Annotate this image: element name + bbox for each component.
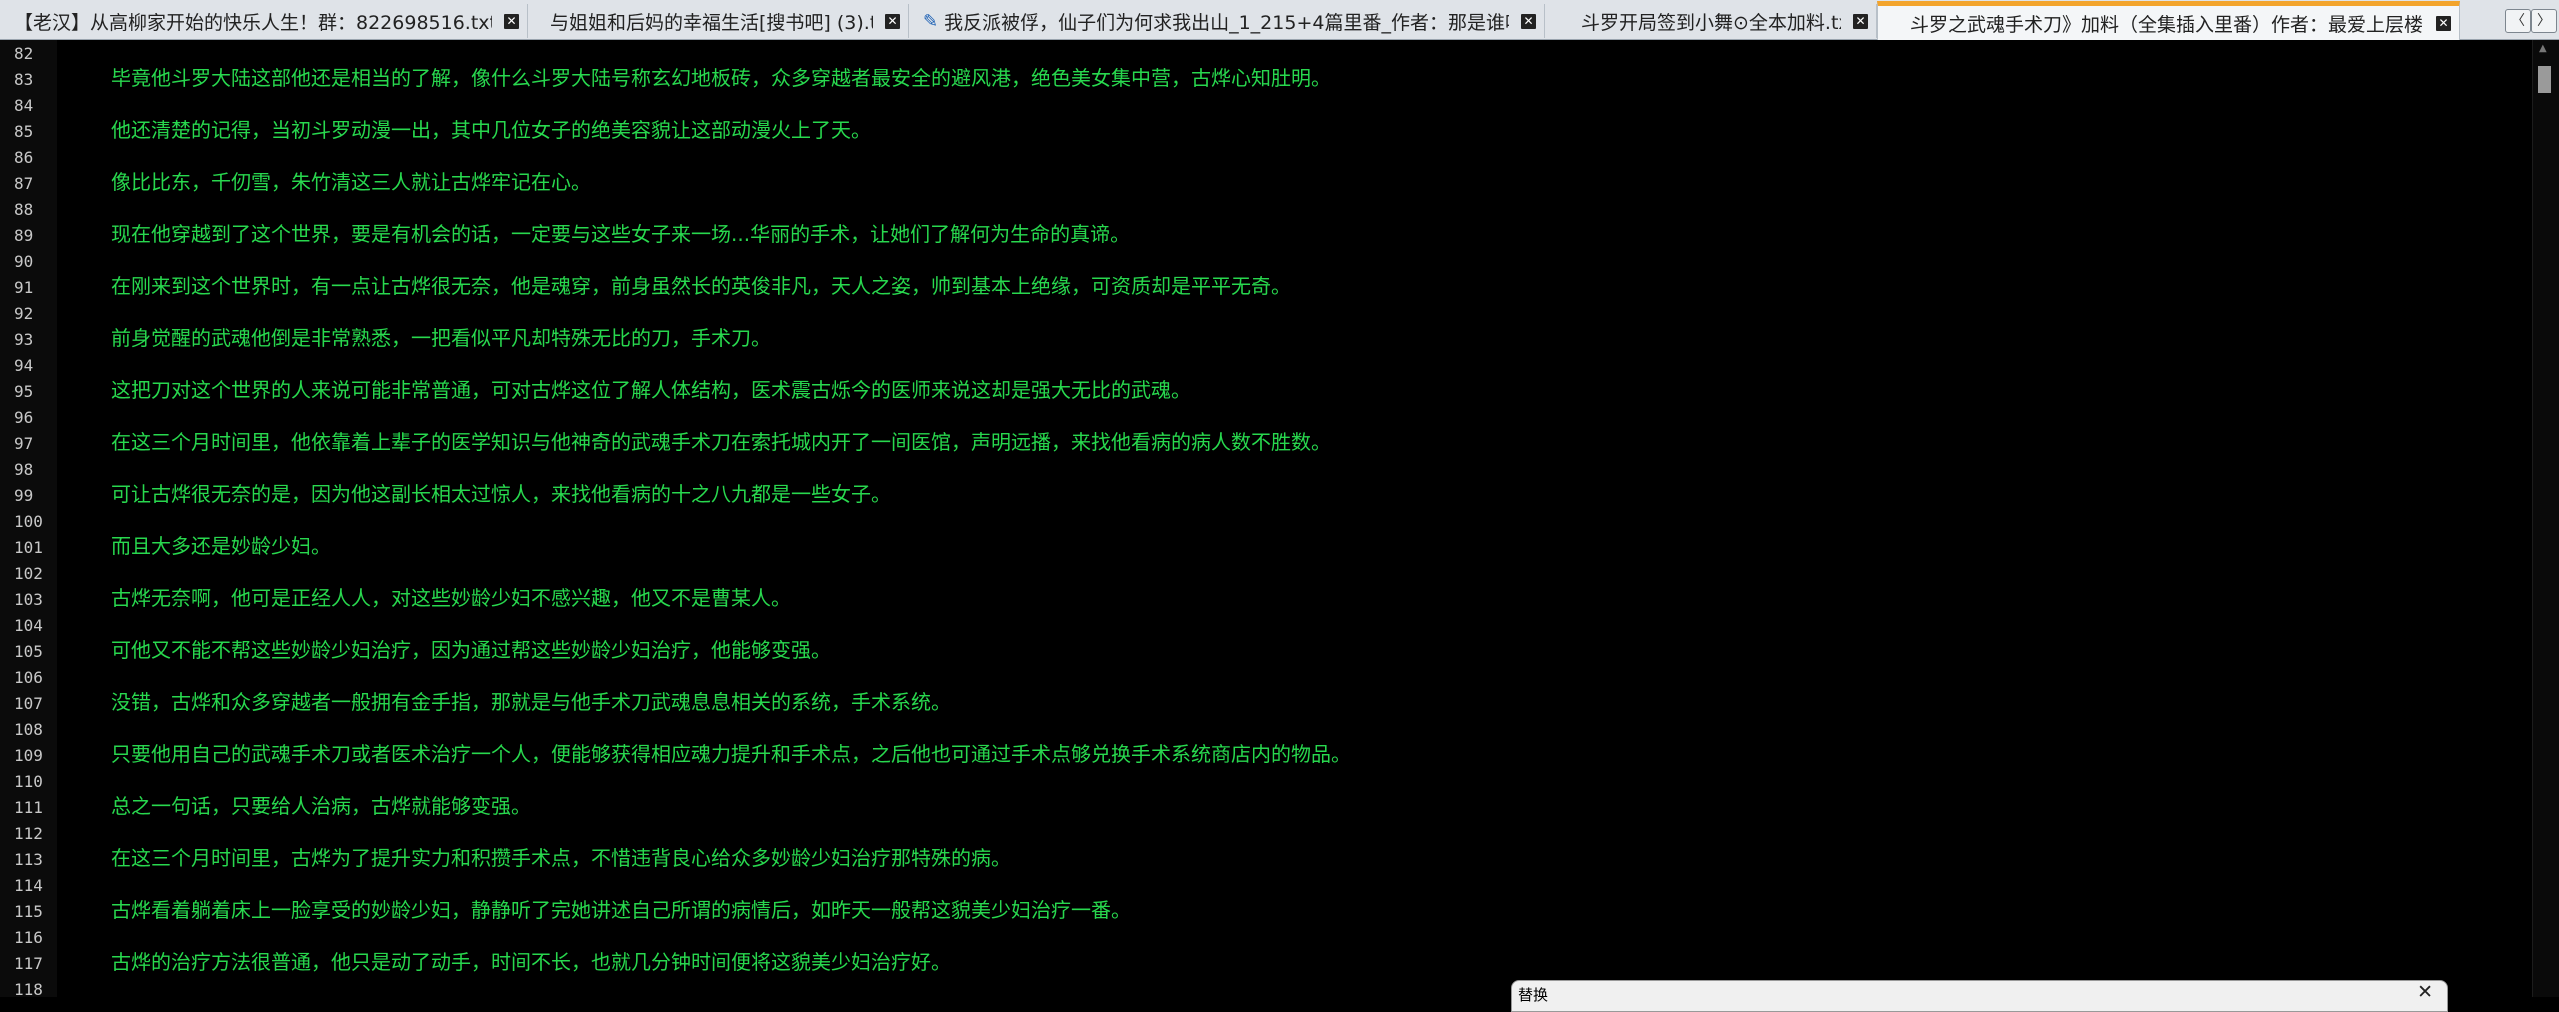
- text-line[interactable]: 古烨无奈啊，他可是正经人人，对这些妙龄少妇不感兴趣，他又不是曹某人。: [111, 582, 791, 611]
- text-line[interactable]: 像比比东，千仞雪，朱竹清这三人就让古烨牢记在心。: [111, 166, 591, 195]
- line-number: 117: [14, 954, 43, 973]
- text-line[interactable]: 这把刀对这个世界的人来说可能非常普通，可对古烨这位了解人体结构，医术震古烁今的医…: [111, 374, 1191, 403]
- line-number: 93: [14, 330, 34, 349]
- close-icon[interactable]: ✕: [504, 13, 519, 29]
- text-line[interactable]: 没错，古烨和众多穿越者一般拥有金手指，那就是与他手术刀武魂息息相关的系统，手术系…: [111, 686, 951, 715]
- tab-label: 与姐姐和后妈的幸福生活[搜书吧] (3).txt: [550, 11, 873, 34]
- close-icon[interactable]: ✕: [2417, 981, 2433, 1003]
- tab-file-2[interactable]: 与姐姐和后妈的幸福生活[搜书吧] (3).txt ✕: [528, 4, 909, 38]
- line-number: 96: [14, 408, 34, 427]
- line-number: 118: [14, 980, 43, 999]
- tab-label: 我反派被俘，仙子们为何求我出山_1_215+4篇里番_作者：那是谁呀.txt: [944, 11, 1509, 34]
- line-number: 100: [14, 512, 43, 531]
- line-number: 85: [14, 122, 34, 141]
- line-number: 90: [14, 252, 34, 271]
- scrollbar-thumb[interactable]: [2538, 66, 2551, 93]
- tab-file-4[interactable]: 斗罗开局签到小舞⊙全本加料.txt ✕: [1545, 4, 1877, 38]
- line-number: 114: [14, 876, 43, 895]
- vertical-scrollbar[interactable]: ▲: [2532, 40, 2559, 997]
- pencil-icon: ✎: [923, 10, 939, 32]
- line-number: 102: [14, 564, 43, 583]
- line-number: 109: [14, 746, 43, 765]
- line-number: 104: [14, 616, 43, 635]
- text-line[interactable]: 毕竟他斗罗大陆这部他还是相当的了解，像什么斗罗大陆号称玄幻地板砖，众多穿越者最安…: [111, 62, 1331, 91]
- line-number: 92: [14, 304, 34, 323]
- tab-label: 【老汉】从高柳家开始的快乐人生！群：822698516.txt: [14, 11, 492, 34]
- text-line[interactable]: 在刚来到这个世界时，有一点让古烨很无奈，他是魂穿，前身虽然长的英俊非凡，天人之姿…: [111, 270, 1291, 299]
- line-number: 91: [14, 278, 34, 297]
- line-number: 82: [14, 44, 34, 63]
- line-number: 115: [14, 902, 43, 921]
- line-number: 98: [14, 460, 34, 479]
- line-number: 86: [14, 148, 34, 167]
- line-number: 106: [14, 668, 43, 687]
- text-line[interactable]: 古烨的治疗方法很普通，他只是动了动手，时间不长，也就几分钟时间便将这貌美少妇治疗…: [111, 946, 951, 975]
- close-icon[interactable]: ✕: [885, 13, 900, 29]
- line-number: 84: [14, 96, 34, 115]
- close-icon[interactable]: ✕: [1853, 13, 1868, 29]
- text-line[interactable]: 现在他穿越到了这个世界，要是有机会的话，一定要与这些女子来一场...华丽的手术，…: [111, 218, 1130, 247]
- close-icon[interactable]: ✕: [1521, 13, 1536, 29]
- line-number: 88: [14, 200, 34, 219]
- text-line[interactable]: 他还清楚的记得，当初斗罗动漫一出，其中几位女子的绝美容貌让这部动漫火上了天。: [111, 114, 871, 143]
- line-number: 97: [14, 434, 34, 453]
- line-number: 89: [14, 226, 34, 245]
- close-icon[interactable]: ✕: [2436, 15, 2451, 31]
- line-number: 95: [14, 382, 34, 401]
- line-number: 112: [14, 824, 43, 843]
- line-number: 111: [14, 798, 43, 817]
- line-number: 87: [14, 174, 34, 193]
- line-number: 105: [14, 642, 43, 661]
- text-line[interactable]: 在这三个月时间里，古烨为了提升实力和积攒手术点，不惜违背良心给众多妙龄少妇治疗那…: [111, 842, 1011, 871]
- line-number: 107: [14, 694, 43, 713]
- line-number: 101: [14, 538, 43, 557]
- scroll-up-icon[interactable]: ▲: [2539, 43, 2547, 54]
- replace-dialog-title: 替换: [1518, 986, 1549, 1004]
- line-number: 103: [14, 590, 43, 609]
- line-number: 83: [14, 70, 34, 89]
- text-line[interactable]: 古烨看着躺着床上一脸享受的妙龄少妇，静静听了完她讲述自己所谓的病情后，如昨天一般…: [111, 894, 1131, 923]
- line-number: 108: [14, 720, 43, 739]
- text-line[interactable]: 而且大多还是妙龄少妇。: [111, 530, 331, 559]
- scroll-tabs-right-button[interactable]: 〉: [2531, 9, 2557, 33]
- text-line[interactable]: 前身觉醒的武魂他倒是非常熟悉，一把看似平凡却特殊无比的刀，手术刀。: [111, 322, 771, 351]
- scroll-tabs-left-button[interactable]: 〈: [2505, 9, 2531, 33]
- text-line[interactable]: 可让古烨很无奈的是，因为他这副长相太过惊人，来找他看病的十之八九都是一些女子。: [111, 478, 891, 507]
- tab-label: 斗罗之武魂手术刀》加料（全集插入里番）作者：最爱上层楼.txt: [1910, 13, 2424, 36]
- tab-bar: 【老汉】从高柳家开始的快乐人生！群：822698516.txt ✕ 与姐姐和后妈…: [0, 0, 2559, 40]
- replace-dialog[interactable]: 替换 ✕: [1511, 980, 2448, 1012]
- tab-file-5[interactable]: 斗罗之武魂手术刀》加料（全集插入里番）作者：最爱上层楼.txt ✕: [1877, 1, 2460, 40]
- tab-file-3[interactable]: ✎ 我反派被俘，仙子们为何求我出山_1_215+4篇里番_作者：那是谁呀.txt…: [909, 4, 1545, 38]
- tab-file-1[interactable]: 【老汉】从高柳家开始的快乐人生！群：822698516.txt ✕: [0, 4, 528, 38]
- text-line[interactable]: 在这三个月时间里，他依靠着上辈子的医学知识与他神奇的武魂手术刀在索托城内开了一间…: [111, 426, 1331, 455]
- text-line[interactable]: 可他又不能不帮这些妙龄少妇治疗，因为通过帮这些妙龄少妇治疗，他能够变强。: [111, 634, 831, 663]
- line-number: 116: [14, 928, 43, 947]
- line-number: 94: [14, 356, 34, 375]
- text-line[interactable]: 总之一句话，只要给人治病，古烨就能够变强。: [111, 790, 531, 819]
- line-number: 113: [14, 850, 43, 869]
- text-line[interactable]: 只要他用自己的武魂手术刀或者医术治疗一个人，便能够获得相应魂力提升和手术点，之后…: [111, 738, 1351, 767]
- tab-label: 斗罗开局签到小舞⊙全本加料.txt: [1581, 11, 1841, 34]
- line-number: 99: [14, 486, 34, 505]
- line-number: 110: [14, 772, 43, 791]
